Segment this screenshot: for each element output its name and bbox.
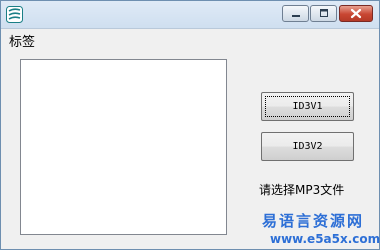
tag-listbox[interactable] <box>20 59 227 235</box>
minimize-button[interactable] <box>282 5 309 22</box>
watermark-site-name: 易语言资源网 <box>262 212 365 230</box>
tag-label: 标签 <box>9 35 36 50</box>
close-icon <box>350 8 362 19</box>
close-button[interactable] <box>339 5 373 22</box>
app-icon[interactable] <box>6 6 23 23</box>
id3v1-button[interactable]: ID3V1 <box>261 92 354 121</box>
app-window: 标签 ID3V1 ID3V2 请选择MP3文件 易语言资源网 www.e5a5x… <box>0 0 380 250</box>
id3v2-button-label: ID3V2 <box>292 141 323 152</box>
id3v2-button[interactable]: ID3V2 <box>261 132 354 161</box>
status-text: 请选择MP3文件 <box>259 183 345 197</box>
minimize-icon <box>292 15 300 17</box>
maximize-button[interactable] <box>310 5 337 22</box>
maximize-icon <box>320 9 328 17</box>
title-bar[interactable] <box>1 1 379 29</box>
focus-rectangle <box>265 96 350 117</box>
watermark-url: www.e5a5x.com <box>270 232 380 246</box>
